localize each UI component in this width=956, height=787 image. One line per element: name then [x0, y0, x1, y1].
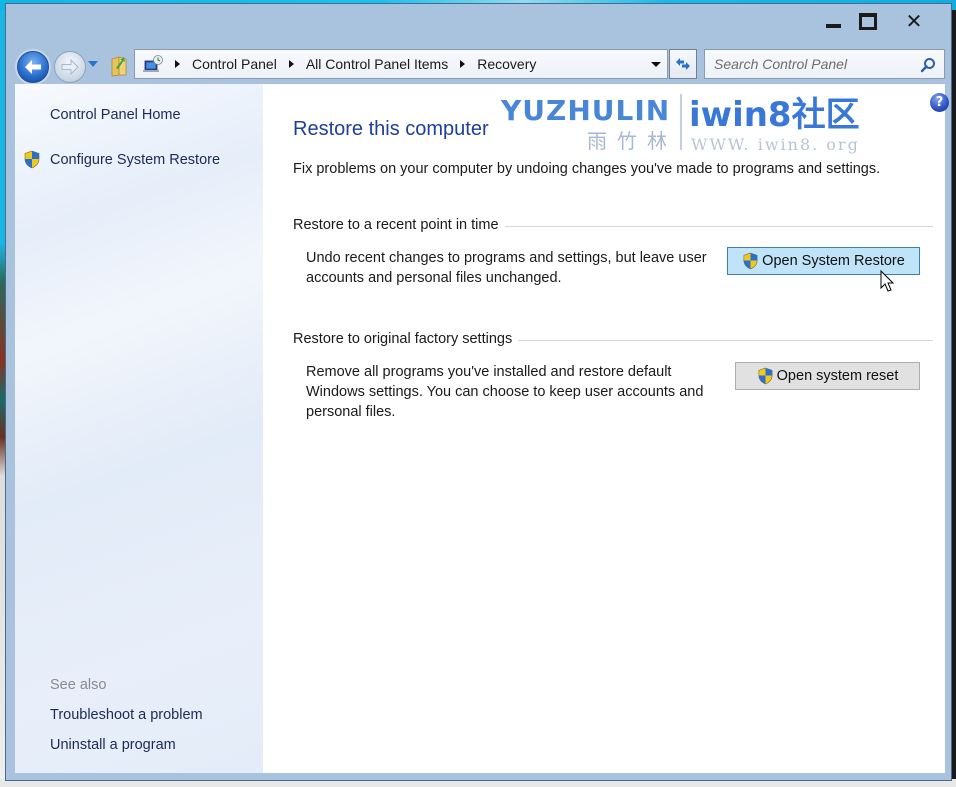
page-title: Restore this computer — [293, 118, 489, 140]
section-heading-text: Restore to a recent point in time — [293, 217, 499, 233]
close-button[interactable]: ✕ — [899, 10, 929, 32]
sidebar-link-control-panel-home[interactable]: Control Panel Home — [50, 107, 181, 123]
section-heading-restore-point: Restore to a recent point in time — [293, 217, 933, 233]
uac-shield-icon — [24, 150, 40, 169]
watermark-site-name: iwin8社区 — [689, 95, 860, 135]
breadcrumb-control-panel[interactable]: Control Panel — [192, 56, 277, 72]
forward-button[interactable] — [54, 51, 86, 83]
address-bar[interactable]: Control Panel All Control Panel Items Re… — [134, 49, 668, 79]
sidebar-link-configure-system-restore[interactable]: Configure System Restore — [50, 152, 220, 168]
open-system-reset-button[interactable]: Open system reset — [735, 362, 920, 390]
open-system-restore-label: Open System Restore — [762, 253, 905, 269]
section-description-factory-settings: Remove all programs you've installed and… — [306, 364, 704, 420]
open-system-reset-label: Open system reset — [776, 368, 899, 384]
close-icon: ✕ — [905, 9, 923, 33]
search-input[interactable] — [714, 56, 914, 72]
recent-pages-dropdown[interactable] — [88, 61, 98, 67]
address-history-dropdown[interactable] — [651, 62, 661, 67]
section-divider — [504, 226, 933, 227]
watermark-url: WWW. iwin8. org — [691, 135, 860, 154]
main-pane: ? YUZHULIN 雨竹林 iwin8社区 WWW. iwin8. org R… — [263, 84, 949, 773]
section-description-restore-point: Undo recent changes to programs and sett… — [306, 250, 707, 286]
search-box[interactable] — [704, 49, 945, 79]
uac-shield-icon — [758, 367, 773, 385]
watermark-brand-cn: 雨竹林 — [587, 129, 677, 153]
back-button[interactable] — [17, 51, 49, 83]
see-also-uninstall-link[interactable]: Uninstall a program — [50, 737, 176, 753]
section-divider — [518, 340, 933, 341]
mouse-cursor-icon — [880, 270, 895, 292]
breadcrumb-separator[interactable] — [460, 60, 466, 68]
forward-arrow-icon — [61, 59, 79, 75]
breadcrumb-recovery[interactable]: Recovery — [477, 56, 536, 72]
control-panel-window: ✕ Control Panel All Control Panel Items … — [5, 3, 952, 781]
breadcrumb-separator[interactable] — [175, 60, 180, 68]
control-panel-icon — [143, 55, 163, 72]
folder-up-icon[interactable] — [110, 55, 128, 77]
section-heading-factory-settings: Restore to original factory settings — [293, 331, 933, 347]
back-arrow-icon — [25, 60, 41, 74]
breadcrumb-separator[interactable] — [288, 60, 294, 68]
refresh-button[interactable] — [669, 49, 697, 79]
watermark-brand-latin: YUZHULIN — [500, 94, 670, 127]
maximize-icon — [859, 12, 877, 30]
watermark-logo: YUZHULIN 雨竹林 iwin8社区 WWW. iwin8. org — [500, 94, 860, 154]
search-icon[interactable] — [920, 57, 936, 73]
refresh-icon — [676, 58, 690, 70]
minimize-icon — [825, 24, 841, 28]
content-area: Control Panel Home Configure System Rest… — [15, 84, 949, 773]
maximize-button[interactable] — [853, 10, 883, 32]
uac-shield-icon — [743, 252, 758, 270]
page-intro: Fix problems on your computer by undoing… — [293, 161, 881, 177]
see-also-label: See also — [50, 677, 107, 693]
task-pane: Control Panel Home Configure System Rest… — [15, 84, 263, 773]
help-icon[interactable]: ? — [930, 93, 949, 112]
breadcrumb-all-control-panel-items[interactable]: All Control Panel Items — [306, 56, 448, 72]
section-heading-text: Restore to original factory settings — [293, 331, 513, 347]
minimize-button[interactable] — [818, 10, 848, 32]
see-also-troubleshoot-link[interactable]: Troubleshoot a problem — [50, 707, 203, 723]
